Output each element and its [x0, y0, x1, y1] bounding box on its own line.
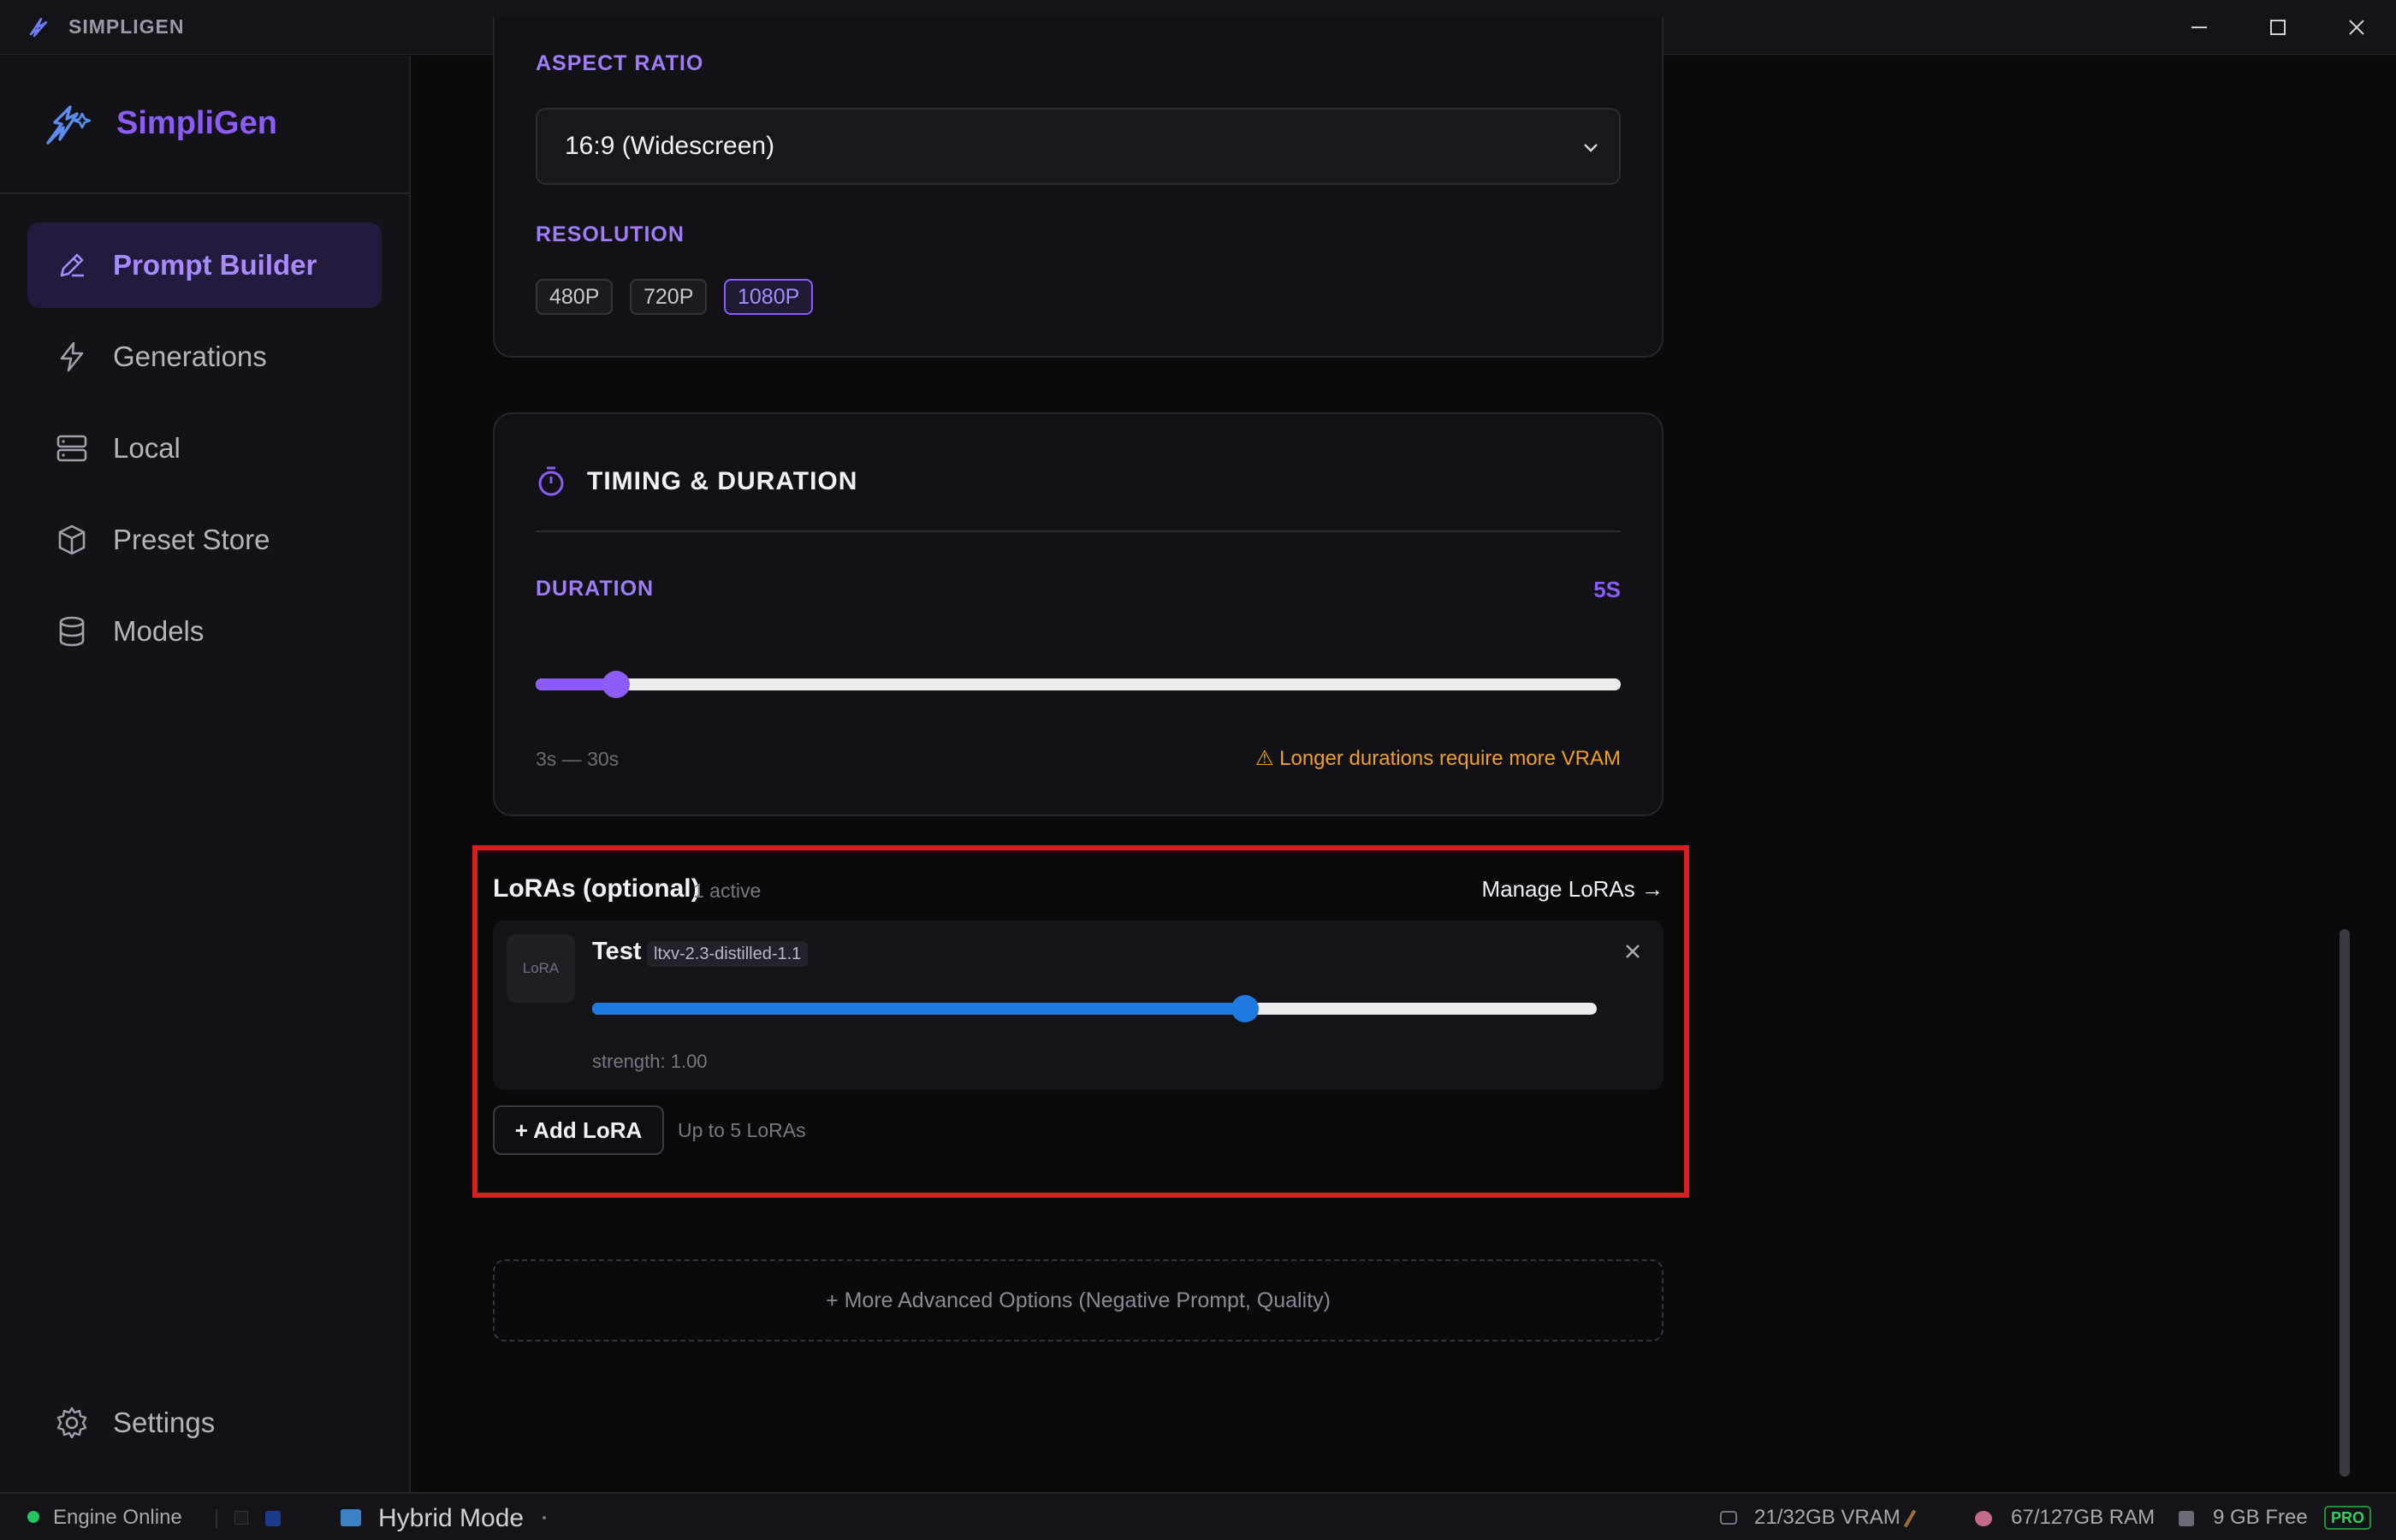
add-lora-button[interactable]: + Add LoRA [493, 1105, 664, 1155]
add-lora-hint: Up to 5 LoRAs [678, 1119, 806, 1141]
resolution-720p[interactable]: 720P [630, 279, 708, 315]
sidebar: SimpliGen Prompt Builder Generations Loc… [0, 56, 411, 1492]
vram-warning: ⚠ Longer durations require more VRAM [1255, 746, 1621, 771]
status-divider [216, 1509, 217, 1528]
engine-status-dot [27, 1511, 39, 1523]
app-logo-icon [29, 17, 48, 38]
laptop-icon [341, 1509, 361, 1526]
minimize-button[interactable] [2160, 0, 2239, 55]
chevron-down-icon [1584, 144, 1598, 152]
nav-settings[interactable]: Settings [27, 1380, 382, 1466]
nav-label: Preset Store [113, 524, 270, 555]
aspect-ratio-value: 16:9 (Widescreen) [565, 132, 775, 160]
lora-strength-slider-fill [592, 1003, 1245, 1015]
timing-title: TIMING & DURATION [587, 467, 858, 495]
lora-strength-slider-thumb[interactable] [1231, 995, 1259, 1022]
aspect-ratio-label: ASPECT RATIO [536, 51, 704, 75]
mode-indicator-dot [543, 1516, 546, 1519]
maximize-button[interactable] [2239, 0, 2317, 55]
resolution-1080p[interactable]: 1080P [724, 279, 814, 315]
minimize-icon [2191, 27, 2207, 28]
nav-prompt-builder[interactable]: Prompt Builder [27, 222, 382, 308]
lora-name: Test [592, 938, 642, 965]
lora-strength-text: strength: 1.00 [592, 1051, 708, 1072]
aspect-ratio-select[interactable]: 16:9 (Widescreen) [536, 108, 1621, 185]
sync-icon[interactable] [265, 1511, 281, 1526]
brand-name: SimpliGen [116, 105, 277, 141]
lora-thumbnail: LoRA [507, 934, 575, 1003]
nav-label: Generations [113, 341, 267, 372]
pen-icon [60, 253, 84, 277]
remove-lora-icon[interactable] [1621, 939, 1645, 963]
nav-label: Models [113, 615, 205, 647]
manage-loras-link[interactable]: Manage LoRAs → [1482, 876, 1664, 903]
disk-free: 9 GB Free [2213, 1506, 2308, 1529]
brain-icon [1975, 1511, 1992, 1526]
broom-icon[interactable] [1903, 1509, 1917, 1528]
nav-generations[interactable]: Generations [27, 314, 382, 400]
lora-model-badge: ltxv-2.3-distilled-1.1 [647, 941, 809, 967]
status-bar: Engine Online Hybrid Mode 21/32GB VRAM 6… [0, 1492, 2396, 1540]
resolution-480p[interactable]: 480P [536, 279, 614, 315]
duration-slider-thumb[interactable] [602, 671, 630, 698]
timing-divider [536, 530, 1621, 532]
brand: SimpliGen [0, 56, 409, 194]
mode-label[interactable]: Hybrid Mode [378, 1504, 524, 1533]
vram-warning-text: Longer durations require more VRAM [1279, 747, 1621, 770]
close-icon [2349, 20, 2364, 35]
nav-label: Prompt Builder [113, 249, 317, 281]
nav-preset-store[interactable]: Preset Store [27, 497, 382, 583]
main-scrollbar[interactable] [2340, 929, 2350, 1477]
server-icon [56, 435, 87, 462]
gpu-icon [1720, 1511, 1737, 1525]
lora-section-title: LoRAs (optional) [493, 874, 700, 903]
engine-status: Engine Online [53, 1506, 182, 1529]
warning-icon: ⚠ [1254, 747, 1280, 770]
gear-icon [56, 1407, 87, 1439]
lora-strength-slider-track[interactable] [592, 1003, 1597, 1015]
nav-models[interactable]: Models [27, 589, 382, 674]
stopwatch-icon [538, 466, 564, 496]
duration-slider-track[interactable] [536, 678, 1621, 690]
window-title: SIMPLIGEN [68, 15, 185, 38]
vram-usage: 21/32GB VRAM [1754, 1506, 1901, 1529]
lora-active-count: 1 active [693, 880, 762, 902]
close-window-button[interactable] [2317, 0, 2396, 55]
box-icon [58, 524, 86, 555]
more-advanced-options-button[interactable]: + More Advanced Options (Negative Prompt… [493, 1259, 1664, 1342]
resolution-label: RESOLUTION [536, 222, 685, 246]
ram-usage: 67/127GB RAM [2011, 1506, 2156, 1529]
nav-label: Local [113, 432, 181, 464]
nav-label: Settings [113, 1407, 216, 1438]
pro-badge: PRO [2324, 1506, 2372, 1530]
brand-logo-icon [46, 105, 92, 145]
duration-label: DURATION [536, 577, 655, 601]
lightning-icon [60, 341, 84, 372]
disk-icon [2179, 1511, 2194, 1526]
maximize-icon [2270, 20, 2286, 35]
terminal-icon[interactable] [234, 1511, 248, 1525]
nav-local[interactable]: Local [27, 406, 382, 491]
database-icon [59, 616, 85, 647]
duration-value: 5S [1593, 577, 1621, 602]
duration-range-note: 3s — 30s [536, 748, 620, 770]
